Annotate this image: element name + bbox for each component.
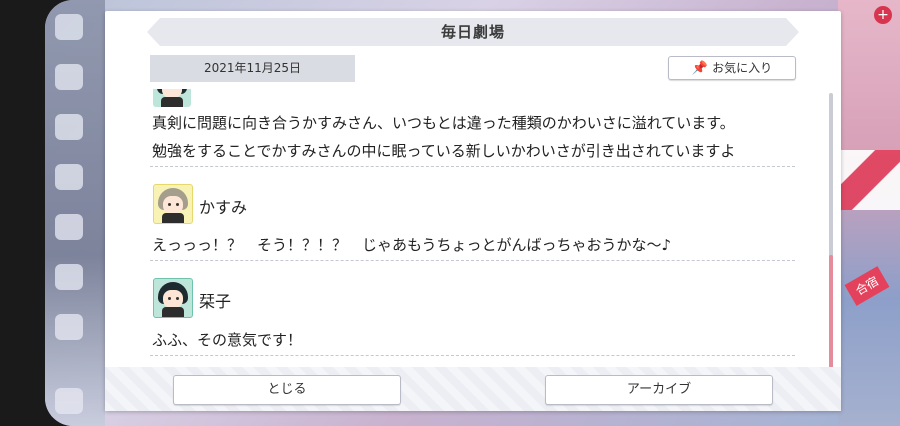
pin-icon: 📌 <box>691 61 709 76</box>
chat-icon[interactable] <box>55 64 83 90</box>
message-text: 真剣に問題に向き合うかすみさん、いつもとは違った種類のかわいさに溢れています。 <box>152 114 735 132</box>
gift-icon[interactable] <box>55 164 83 190</box>
fullscreen-icon[interactable] <box>55 314 83 340</box>
present-icon[interactable] <box>55 114 83 140</box>
monitor-icon[interactable] <box>55 214 83 240</box>
scrollbar-thumb[interactable] <box>829 255 833 368</box>
date-label: 2021年11月25日 <box>150 55 355 82</box>
favorite-button[interactable]: 📌 お気に入り <box>668 56 796 80</box>
camp-label[interactable]: 合宿 <box>844 266 890 306</box>
trophy-icon[interactable] <box>55 264 83 290</box>
speaker-name: かすみ <box>199 198 248 217</box>
right-background-scenery: + 合宿 <box>838 0 900 426</box>
message-divider <box>150 355 795 356</box>
message-divider <box>150 166 795 167</box>
message-divider <box>150 260 795 261</box>
daily-theater-dialog: 毎日劇場 2021年11月25日 📌 お気に入り 真剣に問題に向き合うかすみさん、… <box>105 11 841 411</box>
archive-button[interactable]: アーカイブ <box>545 375 773 405</box>
left-side-menu <box>45 0 105 426</box>
close-button[interactable]: とじる <box>173 375 401 405</box>
message-text: えっっっ！？ そう！？！？ じゃあもうちょっとがんばっちゃおうかな～♪ <box>152 236 672 254</box>
speaker-name: 栞子 <box>199 292 232 311</box>
dialog-footer: とじる アーカイブ <box>105 367 841 411</box>
profile-icon[interactable] <box>55 388 83 414</box>
dialog-title: 毎日劇場 <box>147 18 799 46</box>
plus-icon[interactable]: + <box>874 6 892 24</box>
menu-icon[interactable] <box>55 14 83 40</box>
conversation-log[interactable]: 真剣に問題に向き合うかすみさん、いつもとは違った種類のかわいさに溢れています。 … <box>150 89 820 359</box>
shioriko-avatar <box>153 278 193 318</box>
roof-decoration <box>838 150 900 210</box>
message-text: ふふ、その意気です！ <box>152 331 303 349</box>
partial-avatar-row <box>153 89 193 109</box>
kasumi-avatar <box>153 184 193 224</box>
favorite-button-label: お気に入り <box>712 61 773 75</box>
shioriko-avatar-partial <box>153 89 191 107</box>
message-text: 勉強をすることでかすみさんの中に眠っている新しいかわいさが引き出されていますよ <box>152 142 736 160</box>
